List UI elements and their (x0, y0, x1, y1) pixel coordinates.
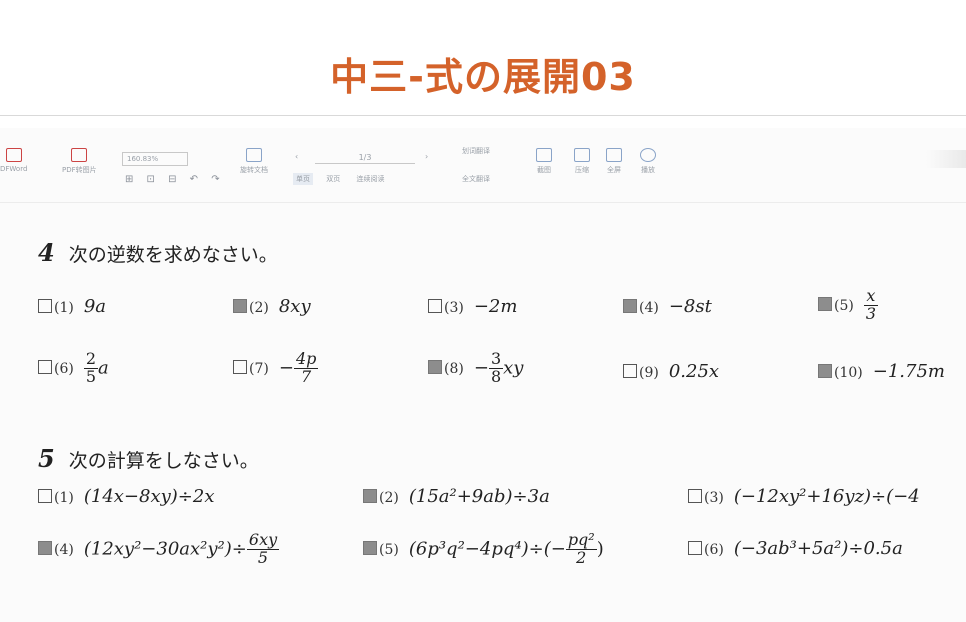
checkbox[interactable] (233, 360, 247, 375)
play-button[interactable]: 播放 (640, 148, 656, 175)
problem-4-5: (5) x 3 (818, 287, 879, 323)
scissors-icon (536, 148, 552, 162)
problem-5-2: (2) (15a²+9ab)÷3a (363, 486, 550, 507)
pdf-image-icon (71, 148, 88, 162)
section-4-heading: 4 次の逆数を求めなさい。 (38, 238, 278, 267)
checkbox[interactable] (233, 299, 247, 313)
compress-icon (574, 148, 590, 162)
checkbox[interactable] (623, 299, 637, 313)
screenshot-button[interactable]: 截图 (536, 148, 552, 175)
play-icon (640, 148, 656, 162)
checkbox[interactable] (623, 364, 637, 378)
checkbox[interactable] (38, 489, 52, 503)
problem-4-2: (2) 8xy (233, 296, 311, 317)
checkbox[interactable] (688, 541, 702, 555)
checkbox[interactable] (38, 360, 52, 375)
fullscreen-icon (606, 148, 622, 162)
full-translate-button[interactable]: 全文翻译 (462, 174, 490, 184)
pdf-to-image-button[interactable]: PDF转图片 (62, 148, 97, 175)
checkbox[interactable] (38, 299, 52, 313)
checkbox[interactable] (363, 541, 377, 556)
checkbox[interactable] (688, 489, 702, 503)
prev-page-icon[interactable]: ‹ (295, 152, 298, 161)
problem-4-8: (8) −3 8 xy (428, 350, 523, 386)
problem-4-10: (10) −1.75m (818, 361, 945, 382)
problem-4-7: (7) −4p 7 (233, 350, 319, 386)
checkbox[interactable] (428, 360, 442, 375)
problem-4-1: (1) 9a (38, 296, 106, 317)
problem-4-3: (3) −2m (428, 296, 517, 317)
page-number-field[interactable]: 1/3 (315, 152, 415, 164)
compress-button[interactable]: 压缩 (574, 148, 590, 175)
problem-5-1: (1) (14x−8xy)÷2x (38, 486, 214, 507)
single-page-button[interactable]: 单页 (293, 173, 313, 185)
problem-5-6: (6) (−3ab³+5a²)÷0.5a (688, 538, 903, 559)
rotate-icon (246, 148, 262, 162)
word-translate-button[interactable]: 划词翻译 (462, 146, 490, 156)
problem-4-6: (6) 2 5 a (38, 350, 109, 386)
toolbar-edge (926, 150, 966, 168)
problem-5-4: (4) (12xy²−30ax²y²)÷ 6xy 5 (38, 531, 280, 567)
next-page-icon[interactable]: › (425, 152, 428, 161)
banner-title: 中三-式の展開03 (330, 55, 636, 99)
title-banner: 中三-式の展開03 (0, 0, 966, 116)
fullscreen-button[interactable]: 全屏 (606, 148, 622, 175)
pdf-viewer: DFWord PDF转图片 160.83% ⊞ ⊡ ⊟ ↶ ↷ 旋转文档 ‹ 1… (0, 128, 966, 622)
problem-4-9: (9) 0.25x (623, 361, 719, 382)
checkbox[interactable] (818, 297, 832, 312)
problem-5-5: (5) (6p³q²−4pq⁴)÷(− pq² 2) (363, 531, 604, 567)
rotate-doc-button[interactable]: 旋转文档 (240, 148, 268, 175)
pdf-toolbar: DFWord PDF转图片 160.83% ⊞ ⊡ ⊟ ↶ ↷ 旋转文档 ‹ 1… (0, 140, 966, 203)
view-tool-icons[interactable]: ⊞ ⊡ ⊟ ↶ ↷ (125, 174, 225, 185)
page-navigator[interactable]: ‹ 1/3 › (295, 152, 440, 164)
zoom-select[interactable]: 160.83% (122, 152, 188, 166)
checkbox[interactable] (428, 299, 442, 313)
continuous-read-button[interactable]: 连续阅读 (353, 173, 387, 185)
pdf-word-icon (5, 148, 22, 162)
problem-4-4: (4) −8st (623, 296, 712, 317)
section-5-heading: 5 次の計算をしなさい。 (38, 444, 259, 473)
checkbox[interactable] (363, 489, 377, 503)
pdf-to-word-button[interactable]: DFWord (0, 148, 27, 173)
view-mode-group: 单页 双页 连续阅读 (293, 173, 395, 185)
problem-5-3: (3) (−12xy²+16yz)÷(−4 (688, 486, 920, 507)
checkbox[interactable] (818, 364, 832, 378)
double-page-button[interactable]: 双页 (323, 173, 343, 185)
checkbox[interactable] (38, 541, 52, 556)
